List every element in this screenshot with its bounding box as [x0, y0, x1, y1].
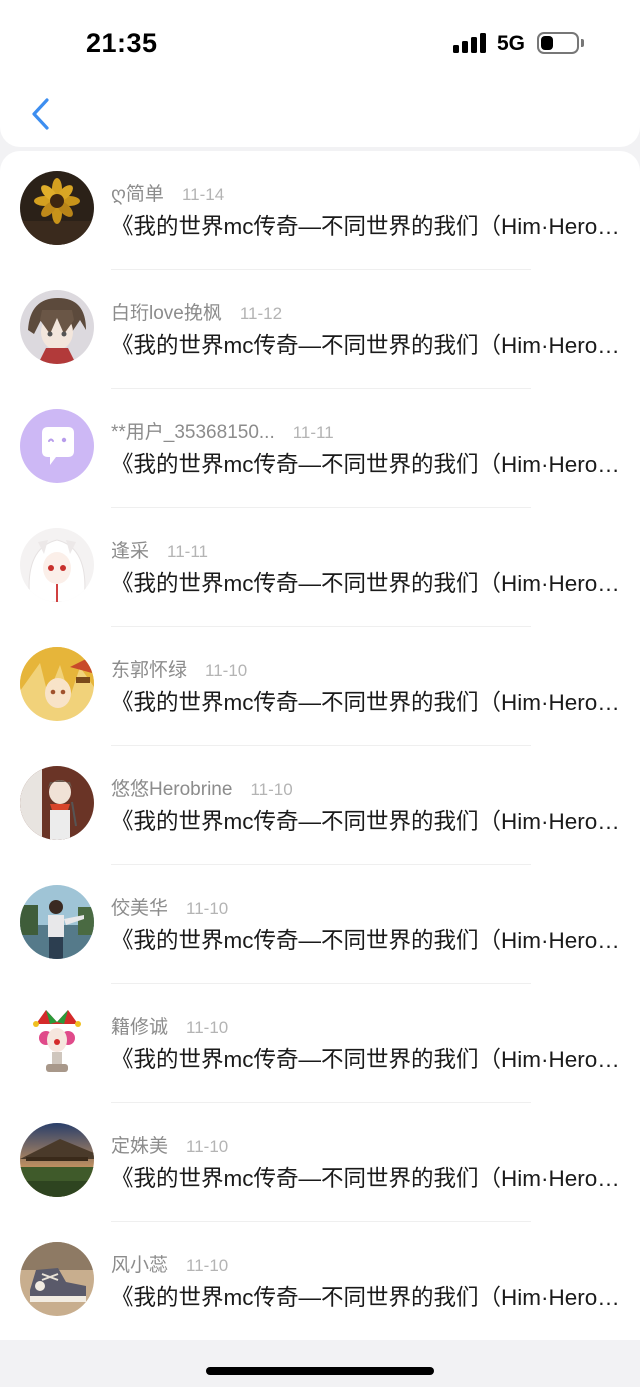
- cellular-signal-icon: [453, 33, 487, 53]
- comment-text[interactable]: 《我的世界mc传奇—不同世界的我们（Him·Herobrine）》: [111, 1042, 621, 1074]
- sunflower-avatar[interactable]: [20, 171, 94, 245]
- comment-author[interactable]: 籍修诚: [111, 1012, 168, 1039]
- scarf-boy-avatar[interactable]: [20, 766, 94, 840]
- comment-author[interactable]: 风小蕊: [111, 1250, 168, 1277]
- comment-author[interactable]: ღ简单: [111, 179, 164, 206]
- comment-date: 11-10: [186, 1256, 229, 1275]
- comment-list[interactable]: ღ简单 11-14 《我的世界mc传奇—不同世界的我们（Him·Herobrine…: [0, 151, 640, 1340]
- battery-icon: [537, 32, 579, 54]
- list-item[interactable]: 佼美华 11-10 《我的世界mc传奇—不同世界的我们（Him·Herobrine…: [0, 865, 640, 984]
- comment-author[interactable]: **用户_35368150...: [111, 417, 275, 444]
- comment-author[interactable]: 东郭怀绿: [111, 655, 187, 682]
- comment-date: 11-11: [167, 542, 208, 561]
- comment-author[interactable]: 白珩love挽枫: [111, 298, 222, 325]
- comment-date: 11-10: [186, 899, 229, 918]
- home-indicator[interactable]: [206, 1367, 434, 1375]
- list-item[interactable]: **用户_35368150... 11-11 《我的世界mc传奇—不同世界的我们（…: [0, 389, 640, 508]
- home-area: [0, 1340, 640, 1387]
- top-header: 21:35 5G: [0, 0, 640, 147]
- comment-date: 11-12: [239, 304, 283, 323]
- chevron-left-icon: [32, 98, 49, 130]
- anime-boy-avatar[interactable]: [20, 290, 94, 364]
- comment-text[interactable]: 《我的世界mc传奇—不同世界的我们（Him·Herobrine）》: [111, 328, 621, 360]
- list-item[interactable]: 定姝美 11-10 《我的世界mc传奇—不同世界的我们（Him·Herobrine…: [0, 1103, 640, 1222]
- list-item[interactable]: 籍修诚 11-10 《我的世界mc传奇—不同世界的我们（Him·Herobrine…: [0, 984, 640, 1103]
- comment-date: 11-14: [181, 185, 225, 204]
- comment-text[interactable]: 《我的世界mc传奇—不同世界的我们（Him·Herobrine）》: [111, 1280, 621, 1312]
- battery-level: [541, 36, 553, 50]
- comment-text[interactable]: 《我的世界mc传奇—不同世界的我们（Him·Herobrine）》: [111, 209, 621, 241]
- status-time: 21:35: [86, 28, 158, 58]
- comment-text[interactable]: 《我的世界mc传奇—不同世界的我们（Him·Herobrine）》: [111, 923, 621, 955]
- comment-date: 11-11: [292, 423, 334, 442]
- list-item[interactable]: ღ简单 11-14 《我的世界mc传奇—不同世界的我们（Him·Herobrine…: [0, 151, 640, 270]
- comment-date: 11-10: [250, 780, 293, 799]
- comment-text[interactable]: 《我的世界mc传奇—不同世界的我们（Him·Herobrine）》: [111, 804, 621, 836]
- network-type: 5G: [497, 32, 526, 55]
- battery-cap: [581, 39, 584, 47]
- list-item[interactable]: 白珩love挽枫 11-12 《我的世界mc传奇—不同世界的我们（Him·Hero…: [0, 270, 640, 389]
- sneaker-avatar[interactable]: [20, 1242, 94, 1316]
- comment-text[interactable]: 《我的世界mc传奇—不同世界的我们（Him·Herobrine）》: [111, 1161, 621, 1193]
- comment-date: 11-10: [205, 661, 248, 680]
- comment-date: 11-10: [186, 1018, 229, 1037]
- comment-author[interactable]: 逢采: [111, 536, 149, 563]
- comment-author[interactable]: 定姝美: [111, 1131, 168, 1158]
- comment-date: 11-10: [186, 1137, 229, 1156]
- landscape-avatar[interactable]: [20, 1123, 94, 1197]
- white-hair-girl-avatar[interactable]: [20, 528, 94, 602]
- blonde-anime-avatar[interactable]: [20, 647, 94, 721]
- list-item[interactable]: 东郭怀绿 11-10 《我的世界mc传奇—不同世界的我们（Him·Herobrin…: [0, 627, 640, 746]
- list-item[interactable]: 逢采 11-11 《我的世界mc传奇—不同世界的我们（Him·Herobrine）…: [0, 508, 640, 627]
- back-button[interactable]: [20, 92, 60, 136]
- comment-text[interactable]: 《我的世界mc传奇—不同世界的我们（Him·Herobrine）》: [111, 685, 621, 717]
- photo-man-avatar[interactable]: [20, 885, 94, 959]
- comment-author[interactable]: 悠悠Herobrine: [111, 774, 232, 801]
- clown-avatar[interactable]: [20, 1004, 94, 1078]
- comment-author[interactable]: 佼美华: [111, 893, 168, 920]
- comment-text[interactable]: 《我的世界mc传奇—不同世界的我们（Him·Herobrine）》: [111, 566, 621, 598]
- status-bar: 21:35 5G: [0, 0, 640, 88]
- list-item[interactable]: 悠悠Herobrine 11-10 《我的世界mc传奇—不同世界的我们（Him·H…: [0, 746, 640, 865]
- list-item[interactable]: 风小蕊 11-10 《我的世界mc传奇—不同世界的我们（Him·Herobrine…: [0, 1222, 640, 1340]
- default-chat-avatar[interactable]: [20, 409, 94, 483]
- comment-text[interactable]: 《我的世界mc传奇—不同世界的我们（Him·Herobrine）》: [111, 447, 621, 479]
